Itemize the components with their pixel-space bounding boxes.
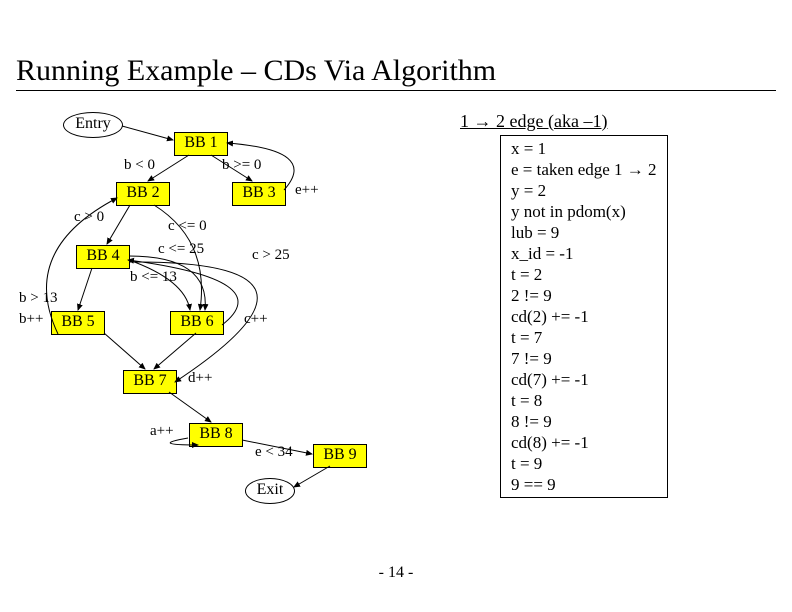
cfg-edges-svg [0,0,792,612]
page-number: - 14 - [0,564,792,582]
